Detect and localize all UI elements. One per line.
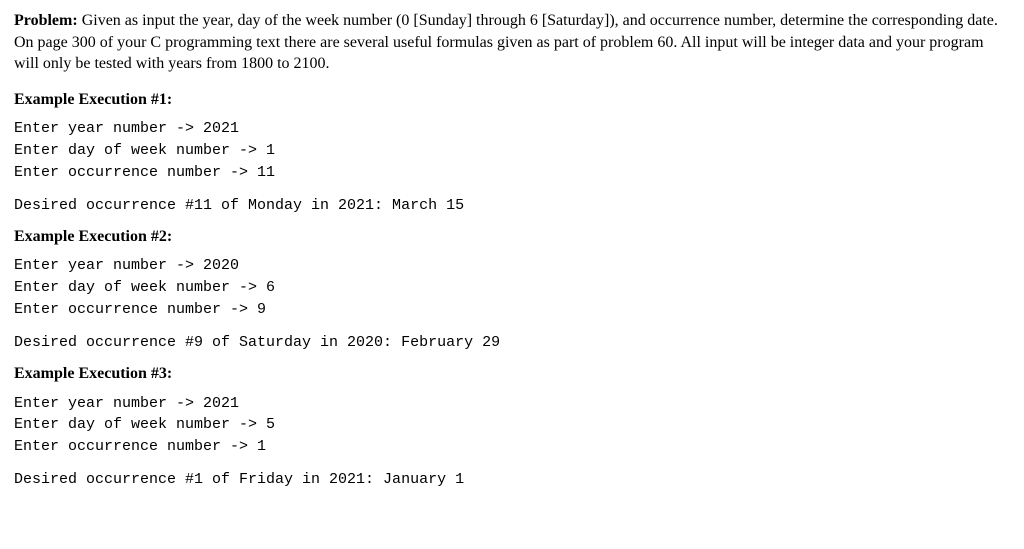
problem-label: Problem: xyxy=(14,12,78,29)
example-1: Example Execution #1: Enter year number … xyxy=(14,89,1010,216)
example-output-line: Desired occurrence #1 of Friday in 2021:… xyxy=(14,470,1010,490)
example-heading: Example Execution #2: xyxy=(14,226,1010,248)
example-input-block: Enter year number -> 2021 Enter day of w… xyxy=(14,118,1010,183)
example-heading: Example Execution #3: xyxy=(14,363,1010,385)
example-output-line: Desired occurrence #11 of Monday in 2021… xyxy=(14,196,1010,216)
example-output-line: Desired occurrence #9 of Saturday in 202… xyxy=(14,333,1010,353)
problem-text: Given as input the year, day of the week… xyxy=(14,12,998,72)
problem-statement: Problem: Given as input the year, day of… xyxy=(14,10,1010,75)
example-heading: Example Execution #1: xyxy=(14,89,1010,111)
example-3: Example Execution #3: Enter year number … xyxy=(14,363,1010,490)
example-input-block: Enter year number -> 2021 Enter day of w… xyxy=(14,393,1010,458)
example-input-block: Enter year number -> 2020 Enter day of w… xyxy=(14,255,1010,320)
example-2: Example Execution #2: Enter year number … xyxy=(14,226,1010,353)
